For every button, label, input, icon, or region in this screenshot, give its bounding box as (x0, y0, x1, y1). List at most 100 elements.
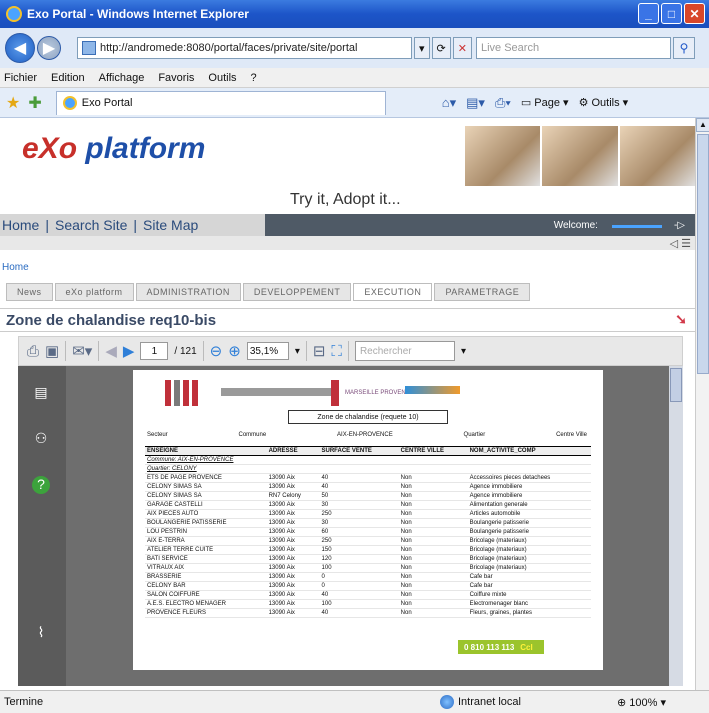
table-row: LOU PESTRIN 13090 Aix 60 Non Boulangerie pat… (145, 527, 591, 537)
help-icon[interactable]: ? (32, 476, 50, 494)
page-scrollbar[interactable]: ▲ (695, 118, 709, 690)
zoom-in-icon[interactable]: ⊕ (228, 342, 241, 360)
menu-help[interactable]: ? (251, 72, 257, 84)
stop-button[interactable]: ✕ (452, 37, 472, 59)
table-row: AIX E-TERRA 13090 Aix 250 Non Bricolage (mat… (145, 536, 591, 546)
tab-developpement[interactable]: DEVELOPPEMENT (242, 283, 352, 301)
exo-platform-logo[interactable]: eXo platform (22, 132, 205, 166)
menu-favoris[interactable]: Favoris (158, 72, 194, 84)
page-scroll-thumb[interactable] (697, 134, 709, 374)
search-icon[interactable]: ⚲ (672, 37, 695, 59)
page-content: eXo platform Try it, Adopt it... Home | … (0, 118, 695, 690)
maximize-button[interactable]: □ (661, 3, 682, 24)
table-cell: 13090 Aix (266, 500, 320, 510)
next-page-icon[interactable]: ▶ (123, 342, 135, 360)
menu-affichage[interactable]: Affichage (99, 72, 145, 84)
table-row: PROVENCE FLEURS 13090 Aix 40 Non Fleurs, gra… (145, 608, 591, 618)
nav-site-map[interactable]: Site Map (143, 217, 198, 233)
phone-tail: Ccl (520, 642, 533, 652)
zoom-input[interactable]: 35,1% (246, 342, 289, 360)
layout-icon[interactable]: ◁ ☰ (670, 237, 691, 250)
tab-bar: ★ ✚ Exo Portal ⌂▾ ▤▾ ⎙▾ ▭ Page ▾ ⚙ Outil… (0, 88, 709, 118)
table-header-row: ENSEIGNE ADRESSE SURFACE VENTE CENTRE VI… (145, 446, 591, 456)
header-bar (183, 380, 189, 406)
table-cell: Non (398, 482, 468, 492)
home-icon[interactable]: ⌂▾ (442, 95, 456, 111)
prev-page-icon[interactable]: ◀ (105, 342, 117, 360)
print-icon[interactable]: ⎙▾ (495, 95, 511, 111)
address-dropdown[interactable]: ▾ (414, 37, 430, 59)
breadcrumb[interactable]: Home (2, 262, 29, 273)
doc-table: ENSEIGNE ADRESSE SURFACE VENTE CENTRE VI… (145, 446, 591, 618)
close-button[interactable]: ✕ (684, 3, 705, 24)
forward-button[interactable]: ▶ (37, 36, 61, 60)
tab-parametrage[interactable]: PARAMETRAGE (434, 283, 531, 301)
address-bar-row: ◀ ▶ http://andromede:8080/portal/faces/p… (0, 28, 709, 68)
page-menu[interactable]: ▭ Page ▾ (521, 96, 569, 109)
favorites-star-icon[interactable]: ★ (6, 93, 20, 113)
print-icon[interactable]: ⎙ (27, 343, 39, 360)
doc-meta-item: Secteur (147, 432, 168, 438)
doc-meta-item: Centre Ville (556, 432, 587, 438)
welcome-user[interactable]: ▬▬▬▬▬ (612, 220, 662, 231)
table-row: CELONY SIMAS SA 13090 Aix 40 Non Agence immo… (145, 482, 591, 492)
email-icon[interactable]: ✉▾ (72, 342, 92, 360)
logout-arrow-icon[interactable]: -▷ (674, 220, 685, 231)
menu-edition[interactable]: Edition (51, 72, 85, 84)
table-row: AIX PIECES AUTO 13090 Aix 250 Non Articles a… (145, 509, 591, 519)
pdf-scroll-thumb[interactable] (670, 368, 682, 402)
feeds-icon[interactable]: ▤▾ (466, 95, 485, 111)
pdf-search-dropdown[interactable]: ▾ (461, 346, 466, 357)
menu-fichier[interactable]: Fichier (4, 72, 37, 84)
menu-outils[interactable]: Outils (208, 72, 236, 84)
tab-administration[interactable]: ADMINISTRATION (135, 283, 241, 301)
table-cell: CELONY SIMAS SA (145, 482, 267, 492)
table-cell: 60 (319, 527, 399, 537)
fit-width-icon[interactable]: ⊟ (313, 342, 326, 360)
table-cell: Articles automobile (467, 509, 591, 519)
table-cell: 0 (319, 572, 399, 582)
pdf-scrollbar[interactable] (669, 366, 683, 686)
page-number-input[interactable]: 1 (140, 342, 169, 360)
table-cell: AIX E-TERRA (145, 536, 267, 546)
toolbar-separator (305, 341, 307, 361)
table-cell: Non (398, 599, 468, 609)
pdf-search-input[interactable]: Rechercher (354, 341, 455, 361)
save-icon[interactable]: ▣ (45, 342, 59, 360)
zoom-out-icon[interactable]: ⊖ (210, 342, 223, 360)
table-cell: Bricolage (materiaux) (467, 536, 591, 546)
back-button[interactable]: ◀ (5, 33, 35, 63)
table-cell: BOULANGERIE PATISSERIE (145, 518, 267, 528)
scroll-up-arrow[interactable]: ▲ (696, 118, 709, 132)
browser-tab[interactable]: Exo Portal (55, 90, 386, 115)
zoom-dropdown[interactable]: ▾ (295, 346, 300, 357)
back-arrow-icon[interactable]: ➘ (675, 311, 687, 328)
table-cell: 100 (319, 563, 399, 573)
table-row: ATELIER TERRE CUITE 13090 Aix 150 Non Bricol… (145, 545, 591, 555)
nav-home[interactable]: Home (2, 217, 39, 233)
zoom-level[interactable]: ⊕ 100% ▾ (617, 696, 666, 709)
live-search-input[interactable]: Live Search (475, 37, 671, 59)
table-cell: 0 (319, 581, 399, 591)
bookmarks-icon[interactable]: ⚇ (32, 430, 50, 448)
pages-icon[interactable]: ▤ (32, 384, 50, 402)
nav-search-site[interactable]: Search Site (55, 217, 127, 233)
minimize-button[interactable]: _ (638, 3, 659, 24)
table-cell: Non (398, 554, 468, 564)
tab-news[interactable]: News (6, 283, 53, 301)
doc-meta: Secteur Commune AIX-EN-PROVENCE Quartier… (147, 432, 587, 438)
table-cell: Cafe bar (467, 581, 591, 591)
table-cell: 13090 Aix (266, 590, 320, 600)
tab-execution[interactable]: EXECUTION (353, 283, 433, 301)
refresh-button[interactable]: ⟳ (431, 37, 451, 59)
tab-exo-platform[interactable]: eXo platform (54, 283, 134, 301)
table-cell: 100 (319, 599, 399, 609)
tools-menu[interactable]: ⚙ Outils ▾ (579, 96, 629, 109)
add-favorite-icon[interactable]: ✚ (28, 93, 41, 113)
attachment-icon[interactable]: ⌇ (32, 624, 50, 642)
table-cell: Cafe bar (467, 572, 591, 582)
address-input[interactable]: http://andromede:8080/portal/faces/priva… (77, 37, 412, 59)
table-cell: 13090 Aix (266, 599, 320, 609)
fit-page-icon[interactable]: ⛶ (331, 343, 342, 360)
nav-sep: | (133, 217, 138, 233)
